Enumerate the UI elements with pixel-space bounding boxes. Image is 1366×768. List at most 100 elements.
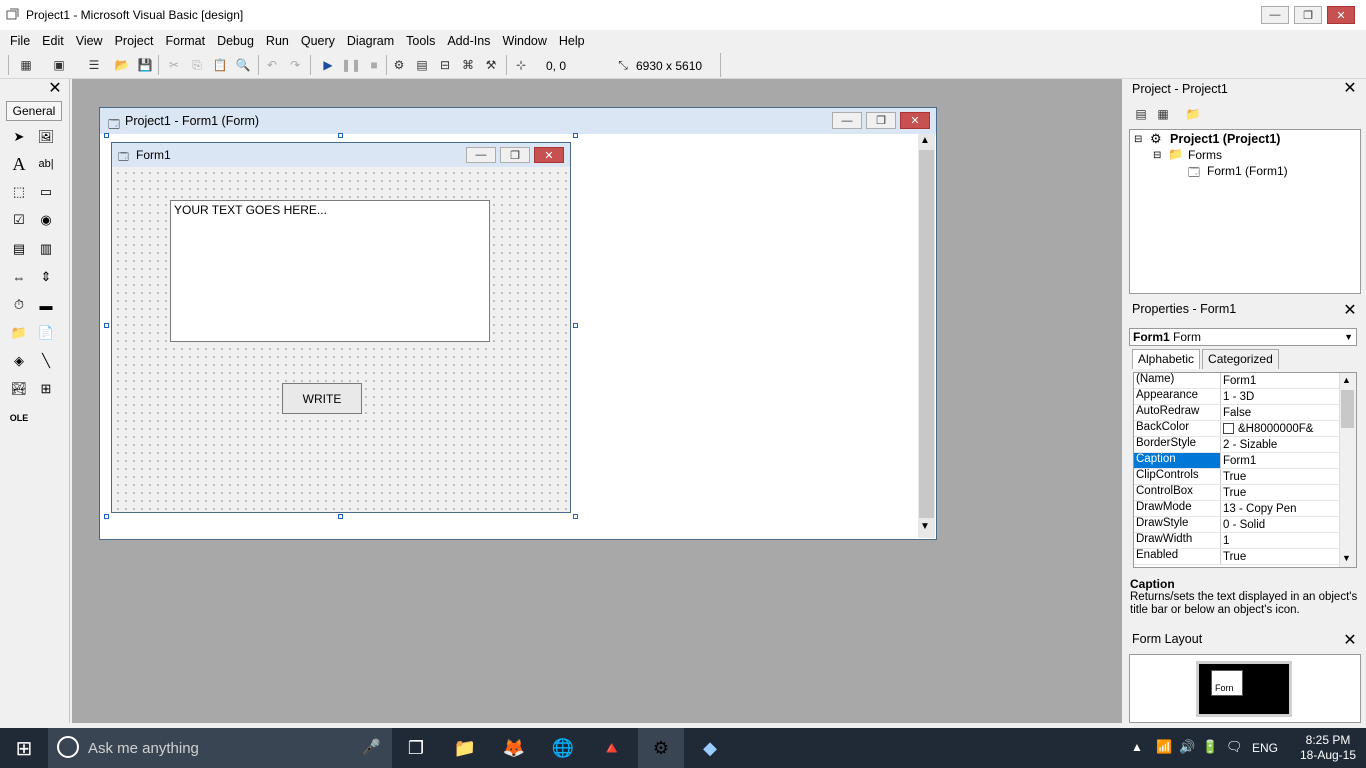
checkbox-tool-icon[interactable]: ☑: [8, 209, 30, 231]
system-clock[interactable]: 8:25 PM 18-Aug-15: [1296, 733, 1360, 763]
copy-icon[interactable]: ⎘: [188, 56, 206, 74]
resize-handle[interactable]: [104, 514, 109, 519]
menu-view[interactable]: View: [70, 34, 109, 48]
label-tool-icon[interactable]: A: [8, 153, 30, 175]
menu-editor-icon[interactable]: ☰: [85, 56, 103, 74]
property-value[interactable]: 1: [1221, 533, 1356, 548]
cortana-search-box[interactable]: Ask me anything 🎤: [48, 728, 392, 768]
visual-basic-task-icon[interactable]: ⚙: [646, 733, 676, 763]
property-row[interactable]: Appearance 1 - 3D: [1134, 389, 1356, 405]
start-icon[interactable]: ▶: [319, 56, 337, 74]
resize-handle[interactable]: [573, 323, 578, 328]
menu-window[interactable]: Window: [496, 34, 552, 48]
picturebox-tool-icon[interactable]: 🖼: [35, 126, 57, 148]
property-row[interactable]: DrawMode 13 - Copy Pen: [1134, 501, 1356, 517]
toolbox-general-tab[interactable]: General: [6, 101, 62, 121]
textbox-tool-icon[interactable]: ab|: [35, 153, 57, 175]
data-tool-icon[interactable]: ⊞: [35, 378, 57, 400]
listbox-tool-icon[interactable]: ▥: [35, 238, 57, 260]
menu-help[interactable]: Help: [553, 34, 591, 48]
property-row[interactable]: BackColor &H8000000F&: [1134, 421, 1356, 437]
pointer-tool-icon[interactable]: ➤: [8, 126, 30, 148]
end-icon[interactable]: ■: [365, 56, 383, 74]
hscrollbar-tool-icon[interactable]: ⇔: [8, 266, 30, 288]
property-row[interactable]: ClipControls True: [1134, 469, 1356, 485]
ole-tool-icon[interactable]: OLE: [8, 407, 30, 429]
undo-icon[interactable]: ↶: [263, 56, 281, 74]
property-row[interactable]: DrawStyle 0 - Solid: [1134, 517, 1356, 533]
menu-diagram[interactable]: Diagram: [341, 34, 400, 48]
vscrollbar-tool-icon[interactable]: ⇕: [35, 266, 57, 288]
scroll-up-icon[interactable]: ▲: [920, 135, 930, 146]
menu-addins[interactable]: Add-Ins: [441, 34, 496, 48]
drivelistbox-tool-icon[interactable]: ▬: [35, 294, 57, 316]
form1-textbox[interactable]: YOUR TEXT GOES HERE...: [170, 200, 490, 342]
toolbox-icon[interactable]: ⚒: [482, 56, 500, 74]
windows-start-icon[interactable]: ⊞: [9, 733, 39, 763]
task-view-icon[interactable]: ❐: [401, 733, 431, 763]
property-value[interactable]: True: [1221, 485, 1356, 500]
language-indicator[interactable]: ENG: [1252, 741, 1278, 755]
tree-form1-item[interactable]: Form1 (Form1): [1207, 164, 1288, 178]
shape-tool-icon[interactable]: ◈: [8, 350, 30, 372]
property-value[interactable]: False: [1221, 405, 1356, 420]
tray-chevron-up-icon[interactable]: ▲: [1131, 740, 1143, 754]
combobox-tool-icon[interactable]: ▤: [8, 238, 30, 260]
save-project-icon[interactable]: 💾: [136, 56, 154, 74]
form-position-preview[interactable]: Forn: [1211, 670, 1243, 696]
property-value[interactable]: Form1: [1221, 373, 1356, 388]
property-value[interactable]: 1 - 3D: [1221, 389, 1356, 404]
close-button[interactable]: ✕: [1327, 6, 1355, 24]
app-task-icon[interactable]: ◆: [695, 733, 725, 763]
menu-query[interactable]: Query: [295, 34, 341, 48]
form-layout-icon[interactable]: ⊟: [436, 56, 454, 74]
property-row[interactable]: (Name) Form1: [1134, 373, 1356, 389]
break-icon[interactable]: ❚❚: [341, 56, 361, 74]
properties-window-icon[interactable]: ▤: [413, 56, 431, 74]
tree-forms-folder[interactable]: Forms: [1188, 148, 1222, 162]
frame-tool-icon[interactable]: ⬚: [8, 181, 30, 203]
property-value[interactable]: &H8000000F&: [1221, 421, 1356, 436]
menu-run[interactable]: Run: [260, 34, 295, 48]
properties-panel-close-button[interactable]: ✕: [1341, 302, 1359, 320]
cut-icon[interactable]: ✂: [165, 56, 183, 74]
property-row[interactable]: AutoRedraw False: [1134, 405, 1356, 421]
menu-tools[interactable]: Tools: [400, 34, 441, 48]
resize-handle[interactable]: [573, 133, 578, 138]
property-row-selected[interactable]: Caption Form1: [1134, 453, 1356, 469]
volume-icon[interactable]: 🔊: [1179, 739, 1195, 755]
property-value[interactable]: Form1: [1221, 453, 1356, 468]
object-browser-icon[interactable]: ⌘: [459, 56, 477, 74]
resize-handle[interactable]: [104, 323, 109, 328]
menu-debug[interactable]: Debug: [211, 34, 260, 48]
dirlistbox-tool-icon[interactable]: 📁: [8, 322, 30, 344]
resize-handle[interactable]: [338, 133, 343, 138]
menu-edit[interactable]: Edit: [36, 34, 70, 48]
designer-scroll-thumb[interactable]: [919, 150, 934, 518]
chevron-down-icon[interactable]: ▼: [1344, 329, 1353, 345]
property-row[interactable]: ControlBox True: [1134, 485, 1356, 501]
filelistbox-tool-icon[interactable]: 📄: [35, 322, 57, 344]
tree-project-node[interactable]: Project1 (Project1): [1170, 132, 1280, 146]
view-object-icon[interactable]: ▦: [1154, 105, 1172, 123]
designer-maximize-button[interactable]: ❐: [866, 112, 896, 129]
commandbutton-tool-icon[interactable]: ▭: [35, 181, 57, 203]
menu-file[interactable]: File: [4, 34, 36, 48]
object-selector-dropdown[interactable]: Form1 Form ▼: [1129, 328, 1357, 346]
property-row[interactable]: BorderStyle 2 - Sizable: [1134, 437, 1356, 453]
property-value[interactable]: True: [1221, 469, 1356, 484]
property-value[interactable]: True: [1221, 549, 1356, 564]
add-project-icon[interactable]: ▦: [17, 56, 35, 74]
paste-icon[interactable]: 📋: [211, 56, 229, 74]
resize-handle[interactable]: [104, 133, 109, 138]
line-tool-icon[interactable]: ╲: [35, 350, 57, 372]
write-button[interactable]: WRITE: [282, 383, 362, 414]
project-panel-close-button[interactable]: ✕: [1341, 80, 1359, 98]
designer-close-button[interactable]: ✕: [900, 112, 930, 129]
chrome-icon[interactable]: 🌐: [548, 733, 578, 763]
scroll-down-icon[interactable]: ▼: [1342, 553, 1351, 563]
find-icon[interactable]: 🔍: [234, 56, 252, 74]
vlc-icon[interactable]: 🔺: [597, 733, 627, 763]
property-value[interactable]: 0 - Solid: [1221, 517, 1356, 532]
battery-icon[interactable]: 🔋: [1202, 739, 1218, 755]
